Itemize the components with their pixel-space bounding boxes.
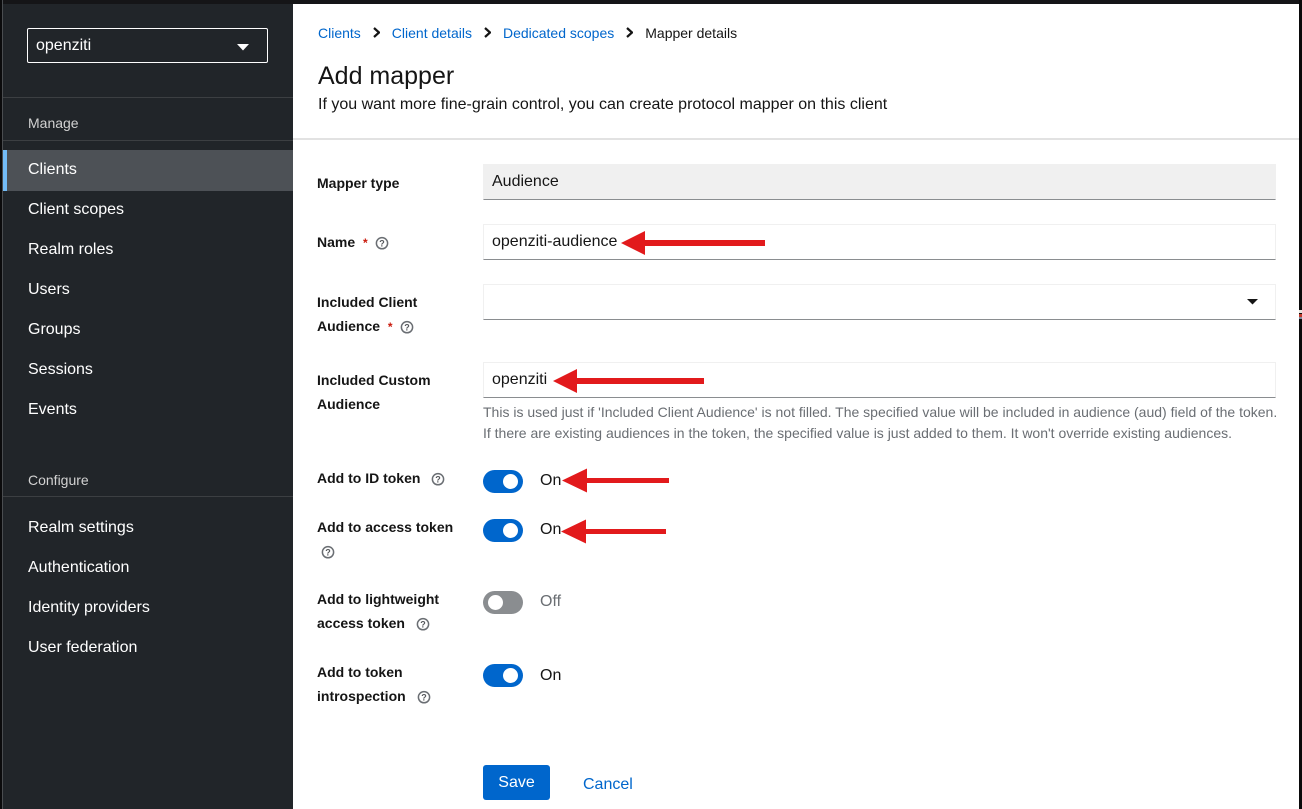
svg-text:?: ?	[420, 619, 426, 629]
svg-text:?: ?	[421, 692, 427, 702]
svg-text:?: ?	[436, 474, 442, 484]
svg-text:?: ?	[379, 238, 385, 248]
svg-text:?: ?	[325, 547, 331, 557]
svg-text:?: ?	[404, 322, 410, 332]
